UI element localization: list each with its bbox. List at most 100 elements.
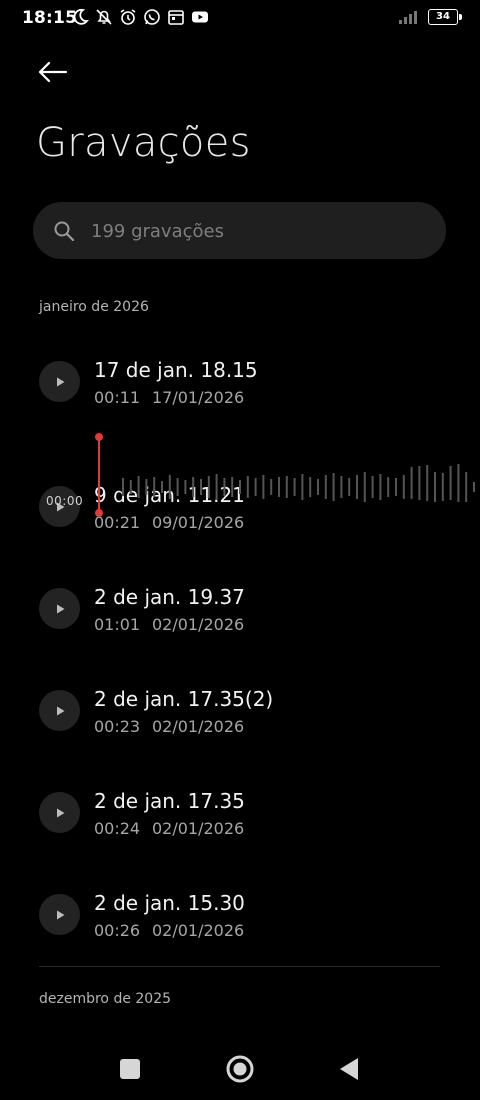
recording-item[interactable]: 2 de jan. 19.37 01:01 02/01/2026 bbox=[0, 563, 480, 653]
recording-name: 2 de jan. 19.37 bbox=[94, 585, 245, 609]
calendar-icon bbox=[168, 10, 184, 25]
system-status: 34 bbox=[398, 9, 462, 25]
waveform-bar bbox=[395, 478, 397, 496]
search-bar[interactable] bbox=[33, 202, 446, 261]
search-input[interactable] bbox=[89, 202, 433, 261]
play-icon bbox=[56, 377, 64, 386]
signal-icon bbox=[399, 11, 417, 24]
waveform-bar bbox=[418, 466, 421, 500]
waveform[interactable] bbox=[120, 462, 480, 512]
waveform-bar bbox=[153, 477, 156, 497]
notification-icons bbox=[70, 7, 210, 27]
recording-duration: 00:24 bbox=[94, 819, 141, 838]
moon-icon bbox=[73, 8, 89, 25]
waveform-bar bbox=[246, 476, 249, 498]
waveform-bar bbox=[223, 478, 226, 496]
waveform-bar bbox=[231, 477, 234, 497]
waveform-bar bbox=[449, 466, 452, 500]
recording-item[interactable]: 2 de jan. 15.30 00:26 02/01/2026 bbox=[0, 869, 480, 959]
status-time: 18:15 bbox=[22, 8, 78, 28]
recording-date: 02/01/2026 bbox=[152, 615, 245, 634]
back-button[interactable] bbox=[36, 56, 70, 88]
waveform-bar bbox=[434, 472, 436, 502]
waveform-bar bbox=[465, 472, 468, 502]
recording-item[interactable]: 2 de jan. 17.35(2) 00:23 02/01/2026 bbox=[0, 665, 480, 755]
waveform-bar bbox=[441, 473, 444, 501]
waveform-bar bbox=[278, 477, 280, 497]
system-navigation-bar bbox=[0, 1040, 480, 1100]
whatsapp-icon bbox=[144, 9, 160, 25]
waveform-bar bbox=[122, 478, 124, 496]
alarm-icon bbox=[120, 9, 136, 25]
waveform-bar bbox=[145, 479, 148, 495]
page-title: Gravações bbox=[36, 120, 251, 166]
recording-duration: 01:01 bbox=[94, 615, 141, 634]
waveform-bar bbox=[301, 474, 304, 500]
waveform-bar bbox=[207, 476, 210, 498]
waveform-bar bbox=[324, 475, 327, 499]
waveform-bar bbox=[270, 479, 273, 495]
waveform-bar bbox=[363, 472, 366, 502]
waveform-bar bbox=[168, 475, 171, 499]
recording-item[interactable]: 17 de jan. 18.15 00:11 17/01/2026 bbox=[0, 336, 480, 426]
waveform-bar bbox=[457, 464, 460, 502]
waveform-bar bbox=[356, 475, 358, 499]
waveform-bar bbox=[192, 477, 195, 497]
play-icon bbox=[56, 604, 64, 613]
playback-cursor-handle-bottom[interactable] bbox=[95, 509, 103, 517]
play-button[interactable] bbox=[39, 690, 80, 731]
recording-name: 2 de jan. 17.35(2) bbox=[94, 687, 274, 711]
play-icon bbox=[56, 706, 64, 715]
playback-cursor[interactable] bbox=[98, 436, 100, 514]
recording-duration: 00:11 bbox=[94, 388, 141, 407]
section-divider bbox=[39, 966, 440, 967]
waveform-bar bbox=[262, 475, 265, 499]
waveform-bar bbox=[340, 476, 343, 498]
play-button[interactable] bbox=[39, 894, 80, 935]
playback-position: 00:00 bbox=[46, 494, 84, 508]
waveform-bar bbox=[176, 478, 179, 496]
waveform-bar bbox=[379, 474, 382, 500]
recording-name: 2 de jan. 15.30 bbox=[94, 891, 245, 915]
battery-indicator: 34 bbox=[428, 9, 462, 25]
play-button[interactable] bbox=[39, 588, 80, 629]
section-header-december: dezembro de 2025 bbox=[39, 991, 172, 1007]
recording-date: 17/01/2026 bbox=[152, 388, 245, 407]
waveform-bar bbox=[410, 467, 413, 499]
waveform-bar bbox=[348, 478, 351, 496]
status-bar: 18:15 34 bbox=[0, 0, 480, 36]
recording-name: 17 de jan. 18.15 bbox=[94, 358, 258, 382]
recording-date: 02/01/2026 bbox=[152, 819, 245, 838]
home-button[interactable] bbox=[225, 1054, 255, 1084]
nav-back-button[interactable] bbox=[334, 1054, 364, 1084]
play-button[interactable] bbox=[39, 361, 80, 402]
waveform-bar bbox=[137, 476, 140, 498]
waveform-bar bbox=[387, 477, 390, 497]
recording-item[interactable]: 2 de jan. 17.35 00:24 02/01/2026 bbox=[0, 767, 480, 857]
waveform-bar bbox=[200, 479, 202, 495]
waveform-bar bbox=[371, 476, 374, 498]
recents-button[interactable] bbox=[115, 1054, 145, 1084]
search-icon bbox=[54, 221, 75, 242]
play-icon bbox=[56, 910, 64, 919]
play-icon bbox=[56, 808, 64, 817]
recording-date: 09/01/2026 bbox=[152, 513, 245, 532]
recording-duration: 00:23 bbox=[94, 717, 141, 736]
waveform-bar bbox=[285, 476, 288, 498]
section-header-january: janeiro de 2026 bbox=[39, 299, 149, 315]
waveform-bar bbox=[161, 481, 163, 493]
waveform-bar bbox=[184, 480, 187, 494]
waveform-bar bbox=[317, 479, 319, 495]
recording-name: 2 de jan. 17.35 bbox=[94, 789, 245, 813]
play-button[interactable] bbox=[39, 792, 80, 833]
arrow-left-icon bbox=[38, 61, 68, 83]
recording-duration: 00:26 bbox=[94, 921, 141, 940]
playback-cursor-handle-top[interactable] bbox=[95, 433, 103, 441]
youtube-icon bbox=[192, 11, 208, 23]
waveform-bar bbox=[426, 465, 429, 501]
waveform-bar bbox=[332, 473, 335, 501]
bell-off-icon bbox=[96, 9, 112, 25]
waveform-bar bbox=[402, 475, 405, 499]
waveform-bar bbox=[239, 480, 241, 494]
waveform-bar bbox=[129, 480, 132, 494]
